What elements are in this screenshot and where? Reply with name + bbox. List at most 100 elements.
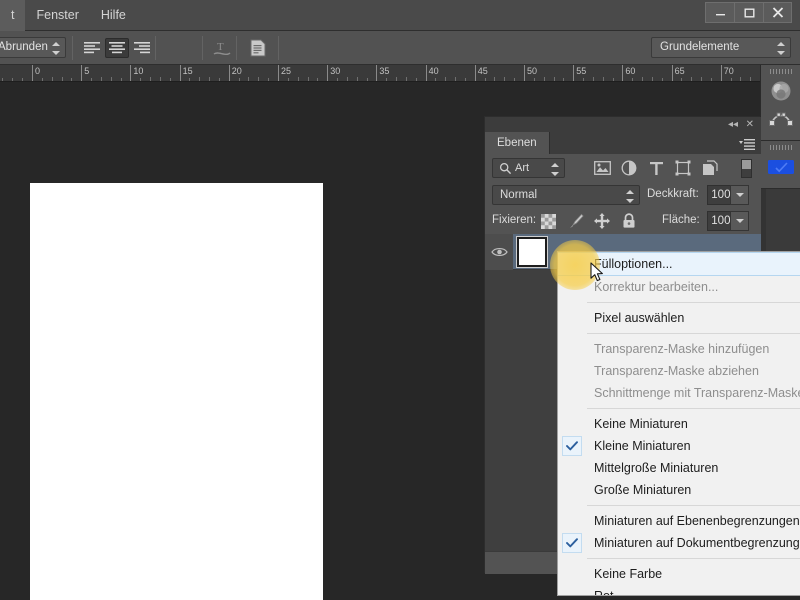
ruler-minor-tick — [750, 77, 752, 81]
menu-item: Transparenz-Maske abziehen — [558, 360, 800, 382]
menu-item[interactable]: Keine Farbe — [558, 563, 800, 585]
lock-all-icon[interactable] — [620, 212, 638, 230]
lock-image-icon[interactable] — [566, 212, 584, 230]
ruler-minor-tick — [563, 78, 565, 81]
lock-icon-group — [539, 212, 638, 230]
ruler-major-tick — [425, 65, 427, 81]
menu-item-label: Fülloptionen... — [594, 257, 673, 271]
document-canvas[interactable] — [30, 183, 323, 600]
menu-item-hilfe[interactable]: Hilfe — [90, 0, 137, 31]
warp-text-icon[interactable]: T — [210, 37, 234, 59]
search-icon — [499, 162, 512, 181]
menu-item[interactable]: Keine Miniaturen — [558, 413, 800, 435]
opacity-dropdown-icon[interactable] — [730, 185, 749, 205]
menu-item-label: Transparenz-Maske abziehen — [594, 364, 759, 378]
layer-visibility-icon[interactable] — [485, 233, 513, 270]
chevron-updown-icon — [52, 42, 60, 55]
ruler-minor-tick — [553, 77, 555, 81]
align-left-button[interactable] — [80, 38, 104, 58]
dock-group-swatch — [761, 141, 800, 189]
collapse-panel-icon[interactable]: ◂◂ — [728, 119, 738, 130]
ruler-minor-tick — [150, 77, 152, 81]
ruler-minor-tick — [169, 78, 171, 81]
minimize-button[interactable] — [705, 2, 734, 23]
workspace-select[interactable]: Grundelemente — [651, 37, 791, 58]
menu-item-label: Miniaturen auf Dokumentbegrenzungen zu — [594, 536, 800, 550]
shape-layer-filter-icon[interactable] — [674, 159, 692, 177]
menu-item-label: Transparenz-Maske hinzufügen — [594, 342, 770, 356]
type-layer-filter-icon[interactable] — [647, 159, 665, 177]
panel-menu-icon[interactable] — [739, 137, 755, 150]
ruler-minor-tick — [189, 78, 191, 81]
panel-title-bar[interactable]: ◂◂ ✕ — [485, 117, 761, 132]
menu-item-label: Kleine Miniaturen — [594, 439, 691, 453]
paragraph-panel-icon[interactable] — [246, 37, 270, 59]
ruler-minor-tick — [455, 77, 457, 81]
antialias-select[interactable]: Abrunden — [0, 37, 66, 58]
context-menu-separator — [587, 558, 800, 559]
options-separator-2 — [155, 36, 156, 60]
ruler-minor-tick — [120, 78, 122, 81]
ruler-minor-tick — [592, 77, 594, 81]
align-right-button[interactable] — [130, 38, 154, 58]
ruler-major-tick — [327, 65, 329, 81]
menu-item[interactable]: Rot — [558, 585, 800, 596]
ruler-tick-label: 0 — [35, 66, 41, 76]
filter-kind-select[interactable]: Art — [492, 158, 565, 178]
smart-object-filter-icon[interactable] — [701, 159, 719, 177]
menu-item[interactable]: Große Miniaturen — [558, 479, 800, 501]
tab-ebenen[interactable]: Ebenen — [485, 132, 550, 154]
ruler-minor-tick — [140, 78, 142, 81]
layer-thumbnail[interactable] — [516, 235, 548, 268]
lock-row: Fixieren: Fläche: 100% — [485, 208, 761, 234]
color-wheel-icon[interactable] — [766, 78, 796, 104]
ruler-tick-label: 15 — [182, 66, 193, 76]
ruler-tick-label: 70 — [723, 66, 734, 76]
menu-item[interactable]: Fülloptionen... — [558, 252, 800, 276]
lock-position-icon[interactable] — [593, 212, 611, 230]
menu-item[interactable]: Mittelgroße Miniaturen — [558, 457, 800, 479]
ruler-minor-tick — [209, 77, 211, 81]
ruler-minor-tick — [691, 77, 693, 81]
ruler-tick-label: 40 — [428, 66, 439, 76]
close-panel-icon[interactable]: ✕ — [746, 119, 754, 130]
dock-grip-icon[interactable] — [769, 69, 792, 74]
photoshop-window: t Fenster Hilfe Abrunden T Grundelemente… — [0, 0, 800, 600]
menu-item[interactable]: Pixel auswählen — [558, 307, 800, 329]
ruler-minor-tick — [307, 77, 309, 81]
ruler-minor-tick — [514, 78, 516, 81]
fill-dropdown-icon[interactable] — [730, 211, 749, 231]
align-center-button[interactable] — [105, 38, 129, 58]
lock-label: Fixieren: — [492, 214, 537, 226]
menu-bar: t Fenster Hilfe — [0, 0, 800, 31]
maximize-button[interactable] — [734, 2, 763, 23]
paths-icon[interactable] — [766, 106, 796, 132]
ruler-minor-tick — [238, 78, 240, 81]
pixel-layer-filter-icon[interactable] — [593, 159, 611, 177]
svg-text:T: T — [217, 41, 224, 53]
menu-item[interactable]: Miniaturen auf Dokumentbegrenzungen zu — [558, 532, 800, 554]
menu-item: Transparenz-Maske hinzufügen — [558, 338, 800, 360]
menu-item-label: Rot — [594, 589, 614, 596]
ruler-minor-tick — [12, 78, 14, 81]
dock-grip-icon[interactable] — [769, 145, 792, 150]
menu-item-label: Korrektur bearbeiten... — [594, 280, 719, 294]
ruler-tick-label: 25 — [281, 66, 292, 76]
ruler-minor-tick — [41, 78, 43, 81]
filter-enable-toggle[interactable] — [741, 159, 752, 178]
lock-transparency-icon[interactable] — [539, 212, 557, 230]
menu-item-bearbeiten-truncated[interactable]: t — [0, 0, 26, 31]
menu-item-fenster[interactable]: Fenster — [25, 0, 89, 31]
ruler-minor-tick — [583, 78, 585, 81]
blend-mode-select[interactable]: Normal — [492, 185, 640, 205]
adjustment-layer-filter-icon[interactable] — [620, 159, 638, 177]
options-separator-5 — [278, 36, 279, 60]
horizontal-ruler[interactable]: 0 5 10 15 20 25 30 35 40 45 50 55 60 65 70 — [0, 65, 760, 82]
menu-item[interactable]: Kleine Miniaturen — [558, 435, 800, 457]
close-button[interactable] — [763, 2, 792, 23]
ruler-minor-tick — [337, 78, 339, 81]
swatch-blue-icon[interactable] — [766, 154, 796, 180]
menu-item[interactable]: Miniaturen auf Ebenenbegrenzungen zusch — [558, 510, 800, 532]
ruler-major-tick — [720, 65, 722, 81]
dock-group-color — [761, 65, 800, 141]
